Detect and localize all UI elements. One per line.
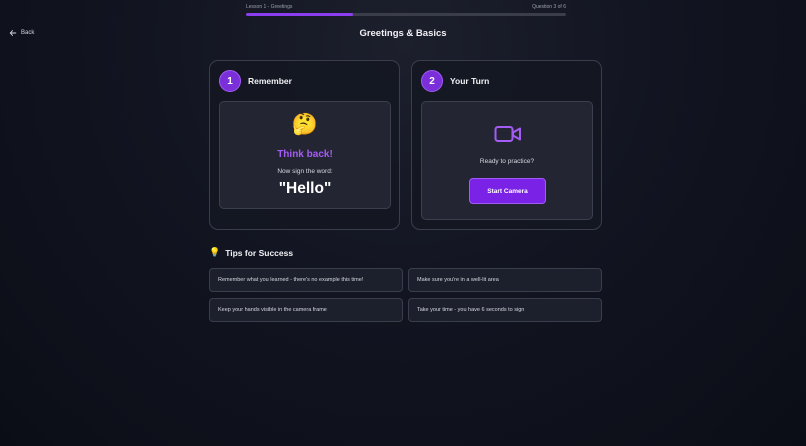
tip-item: Take your time - you have 6 seconds to s… xyxy=(408,298,602,322)
step-badge-1: 1 xyxy=(219,70,241,92)
progress-fill xyxy=(246,13,353,16)
your-turn-card-header: 2 Your Turn xyxy=(421,70,489,92)
tips-title: Tips for Success xyxy=(225,247,294,258)
tip-item: Make sure you're in a well-lit area xyxy=(408,268,602,292)
tips-header: 💡 Tips for Success xyxy=(209,247,293,258)
remember-card-header: 1 Remember xyxy=(219,70,292,92)
your-turn-card-title: Your Turn xyxy=(450,76,490,86)
page-title: Greetings & Basics xyxy=(359,28,447,39)
sign-instruction: Now sign the word: xyxy=(277,168,333,175)
tip-item: Keep your hands visible in the camera fr… xyxy=(209,298,403,322)
your-turn-card: 2 Your Turn Ready to practice? Start Cam… xyxy=(411,60,602,230)
lightbulb-icon: 💡 xyxy=(209,247,221,257)
think-back-heading: Think back! xyxy=(277,149,333,160)
lesson-progress: Lesson 1 - Greetings Question 3 of 6 xyxy=(246,4,566,16)
video-camera-icon xyxy=(494,126,521,142)
remember-prompt-panel: 🤔 Think back! Now sign the word: "Hello" xyxy=(219,101,391,209)
remember-card-title: Remember xyxy=(248,76,292,86)
question-counter: Question 3 of 6 xyxy=(532,4,566,10)
ready-prompt: Ready to practice? xyxy=(479,158,535,165)
camera-panel: Ready to practice? Start Camera xyxy=(421,101,593,220)
lesson-label: Lesson 1 - Greetings xyxy=(246,4,293,10)
tip-item: Remember what you learned - there's no e… xyxy=(209,268,403,292)
thinking-face-icon: 🤔 xyxy=(291,113,319,136)
target-word: "Hello" xyxy=(278,180,332,197)
remember-card: 1 Remember 🤔 Think back! Now sign the wo… xyxy=(209,60,400,230)
progress-labels: Lesson 1 - Greetings Question 3 of 6 xyxy=(246,4,566,11)
step-badge-2: 2 xyxy=(421,70,443,92)
start-camera-button[interactable]: Start Camera xyxy=(469,178,546,204)
progress-track xyxy=(246,13,566,16)
